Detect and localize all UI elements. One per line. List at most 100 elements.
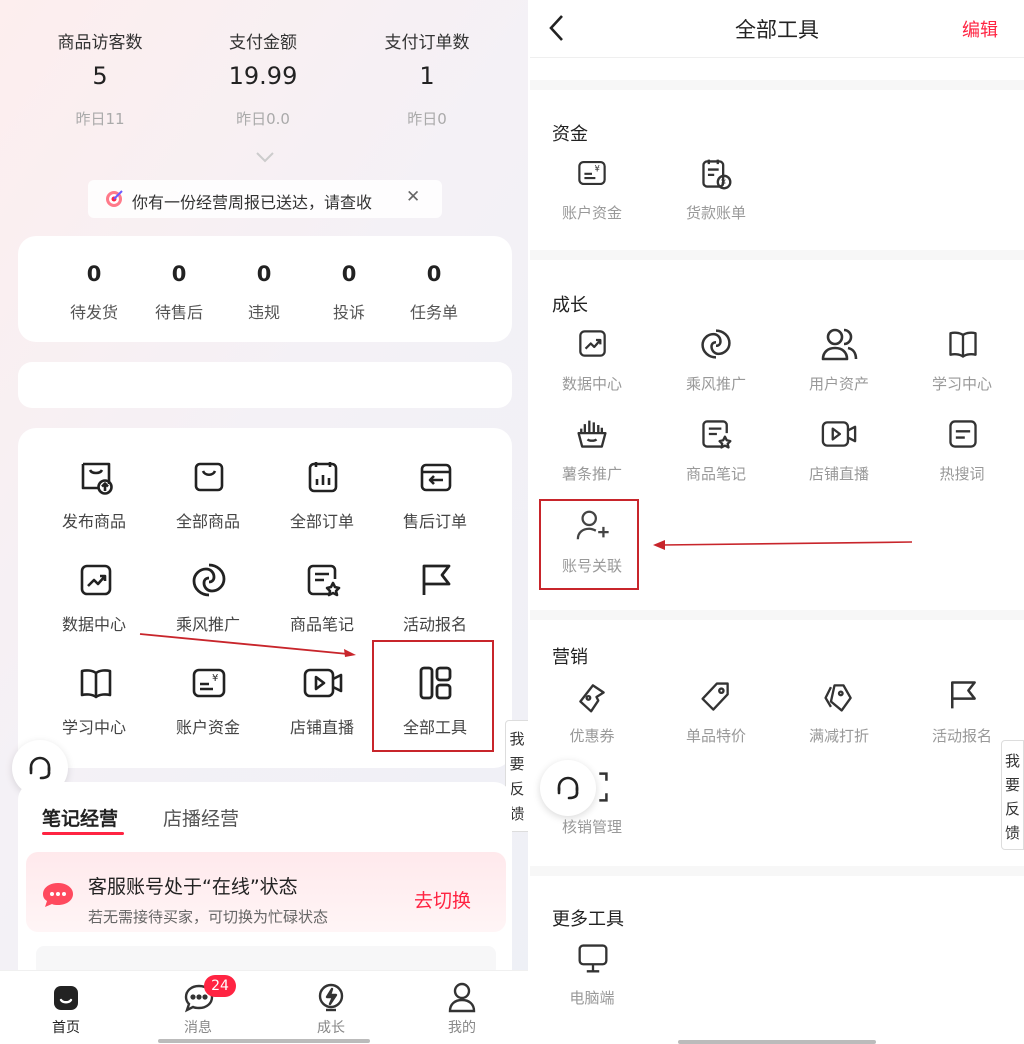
tool-label-fries-promotion[interactable]: 薯条推广	[530, 463, 654, 484]
flag-icon[interactable]	[946, 678, 980, 712]
tab-live[interactable]: 店播经营	[163, 804, 239, 831]
video-icon[interactable]	[820, 417, 858, 451]
tool-label-desktop[interactable]: 电脑端	[530, 987, 654, 1008]
tool-label-data-center[interactable]: 数据中心	[37, 611, 151, 635]
flag-icon[interactable]	[417, 561, 455, 599]
service-status-subtitle: 若无需接待买家，可切换为忙碌状态	[88, 908, 329, 926]
tool-label-payment-bill[interactable]: 货款账单	[654, 202, 778, 223]
label-complaint[interactable]: 投诉	[304, 299, 394, 323]
tag-icon[interactable]	[699, 680, 733, 714]
stat-value-visitors[interactable]: 5	[15, 62, 185, 90]
nav-growth-label[interactable]: 成长	[301, 1017, 361, 1037]
tool-label-store-live[interactable]: 店铺直播	[265, 714, 379, 738]
annotation-arrow	[650, 536, 914, 552]
note-icon[interactable]	[304, 561, 342, 599]
users-icon[interactable]	[820, 327, 858, 361]
bag-upload-icon[interactable]	[77, 458, 115, 496]
close-icon[interactable]: ✕	[406, 187, 420, 207]
nav-me-label[interactable]: 我的	[432, 1017, 492, 1037]
notice-text: 你有一份经营周报已送达，请查收	[132, 193, 373, 212]
book-icon[interactable]	[946, 327, 980, 361]
nav-home-label[interactable]: 首页	[36, 1017, 96, 1037]
label-violation[interactable]: 违规	[219, 299, 309, 323]
tool-label-account-funds[interactable]: 账户资金	[151, 714, 265, 738]
chart-icon[interactable]	[576, 327, 609, 360]
chat-bubble-icon	[40, 880, 76, 910]
tool-label-hot-search[interactable]: 热搜词	[900, 463, 1024, 484]
tool-label-coupon[interactable]: 优惠券	[530, 725, 654, 746]
tool-label-data-center[interactable]: 数据中心	[530, 373, 654, 394]
book-icon[interactable]	[77, 664, 115, 702]
section-title-more-tools: 更多工具	[552, 909, 624, 930]
desktop-icon[interactable]	[576, 942, 610, 974]
tool-label-all-products[interactable]: 全部商品	[151, 508, 265, 532]
chevron-down-icon[interactable]	[255, 150, 275, 164]
wallet-icon[interactable]: ¥	[576, 157, 608, 189]
count-pending-ship[interactable]: 0	[49, 262, 139, 286]
stat-label-visitors: 商品访客数	[57, 33, 143, 53]
service-status-title: 客服账号处于“在线”状态	[88, 876, 298, 898]
fries-icon[interactable]	[575, 417, 609, 451]
stat-value-orders[interactable]: 1	[342, 62, 512, 90]
bill-icon[interactable]: ¥	[699, 157, 733, 191]
video-icon[interactable]	[302, 664, 344, 702]
hot-search-icon[interactable]	[946, 417, 980, 451]
stat-sub-orders: 昨日0	[407, 110, 447, 128]
user-icon[interactable]	[447, 981, 477, 1013]
count-complaint[interactable]: 0	[304, 262, 394, 286]
tool-label-all-orders[interactable]: 全部订单	[265, 508, 379, 532]
stat-label-payment: 支付金额	[229, 33, 297, 53]
annotation-highlight-all-tools	[372, 640, 494, 752]
headset-icon	[26, 754, 54, 782]
tool-label-user-assets[interactable]: 用户资产	[777, 373, 901, 394]
stat-value-payment[interactable]: 19.99	[178, 62, 348, 90]
label-task[interactable]: 任务单	[389, 299, 479, 323]
tool-label-promotion[interactable]: 乘风推广	[654, 373, 778, 394]
tool-label-activity-signup[interactable]: 活动报名	[378, 611, 492, 635]
annotation-highlight-account-link	[539, 499, 639, 590]
tool-label-learning-center[interactable]: 学习中心	[37, 714, 151, 738]
count-after-sale[interactable]: 0	[134, 262, 224, 286]
tool-label-product-notes[interactable]: 商品笔记	[654, 463, 778, 484]
label-after-sale[interactable]: 待售后	[134, 299, 224, 323]
stat-label-orders: 支付订单数	[384, 33, 470, 53]
tool-label-store-live[interactable]: 店铺直播	[777, 463, 901, 484]
bottom-nav: 首页 24 消息 成长 我的	[0, 970, 528, 1044]
chart-icon[interactable]	[77, 561, 115, 599]
coupon-icon[interactable]	[575, 680, 609, 714]
section-gap	[530, 250, 1024, 260]
count-task[interactable]: 0	[389, 262, 479, 286]
back-icon[interactable]	[548, 14, 564, 42]
tab-notes[interactable]: 笔记经营	[42, 804, 118, 831]
tool-label-single-discount[interactable]: 单品特价	[654, 725, 778, 746]
edit-button[interactable]: 编辑	[962, 16, 998, 42]
svg-text:¥: ¥	[212, 673, 218, 684]
swirl-icon[interactable]	[190, 561, 228, 599]
bag-icon[interactable]	[190, 458, 228, 496]
home-icon[interactable]	[51, 983, 81, 1013]
count-violation[interactable]: 0	[219, 262, 309, 286]
feedback-tab[interactable]: 我要反馈	[1001, 740, 1024, 850]
tags-icon[interactable]	[821, 680, 857, 714]
return-icon[interactable]	[417, 458, 455, 496]
label-pending-ship[interactable]: 待发货	[49, 299, 139, 323]
tool-label-redemption[interactable]: 核销管理	[530, 816, 654, 837]
nav-messages-label[interactable]: 消息	[168, 1017, 228, 1037]
note-icon[interactable]	[699, 417, 733, 451]
tool-label-full-reduction[interactable]: 满减打折	[777, 725, 901, 746]
section-title-growth: 成长	[552, 295, 588, 316]
switch-status-button[interactable]: 去切换	[414, 886, 471, 913]
annotation-arrow	[138, 630, 360, 660]
weekly-report-notice[interactable]: 你有一份经营周报已送达，请查收 ✕	[88, 180, 442, 218]
swirl-icon[interactable]	[699, 327, 733, 361]
tool-label-after-sale-orders[interactable]: 售后订单	[378, 508, 492, 532]
tool-label-account-funds[interactable]: 账户资金	[530, 202, 654, 223]
all-tools-screen: 全部工具 编辑 资金 ¥ 账户资金 ¥ 货款账单 成长 数据中心 乘风推广 用户…	[530, 0, 1024, 1044]
growth-icon[interactable]	[316, 983, 346, 1013]
customer-service-button[interactable]	[540, 760, 596, 816]
wallet-icon[interactable]: ¥	[190, 664, 228, 702]
order-icon[interactable]	[304, 458, 342, 496]
tool-label-publish[interactable]: 发布商品	[37, 508, 151, 532]
svg-text:¥: ¥	[595, 163, 600, 173]
tool-label-learning-center[interactable]: 学习中心	[900, 373, 1024, 394]
